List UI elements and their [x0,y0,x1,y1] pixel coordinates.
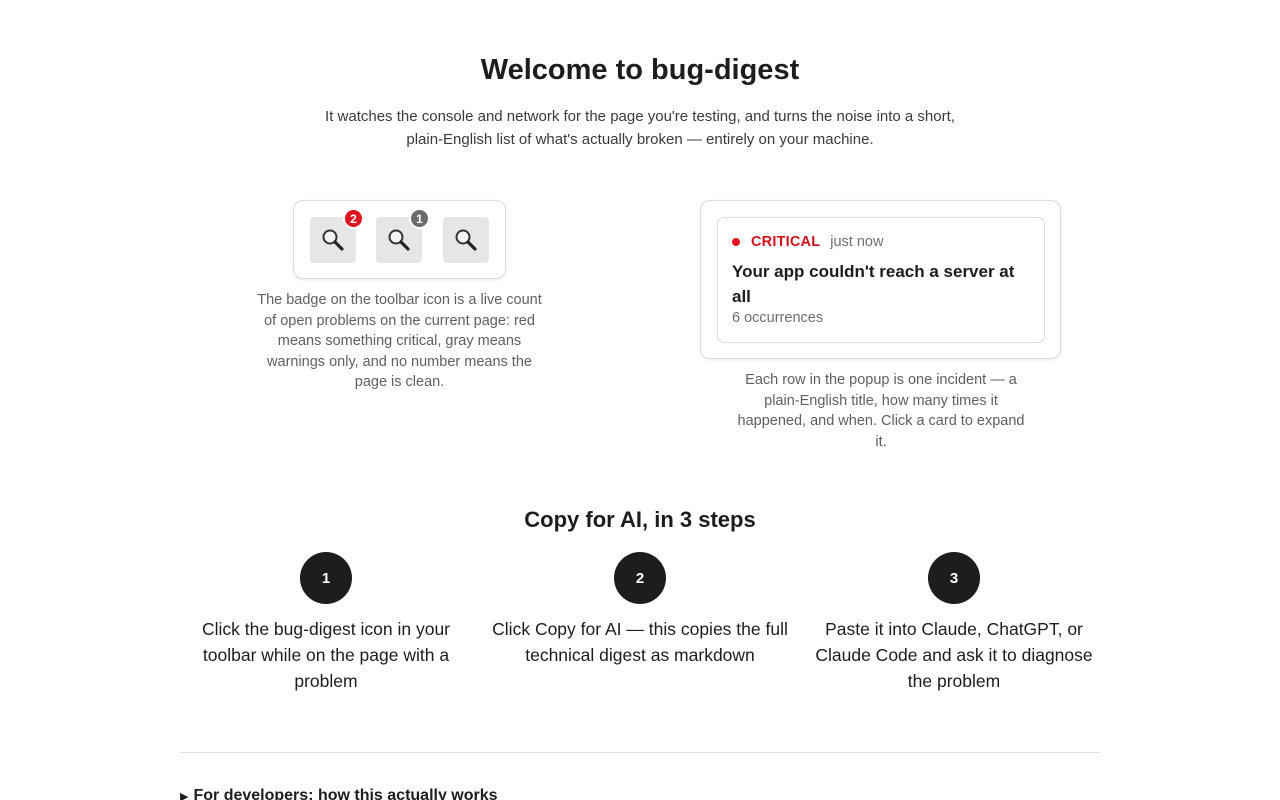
step-number: 3 [928,552,980,604]
step-number: 2 [614,552,666,604]
toolbar-badge-demo: 2 1 [293,200,506,279]
incident-occurrences: 6 occurrences [732,310,824,326]
step-text: Paste it into Claude, ChatGPT, or Claude… [815,619,1093,691]
incident-header: CRITICAL just now [732,234,883,250]
step-text-before: Click [492,619,535,639]
welcome-page: Welcome to bug-digest It watches the con… [0,0,1280,800]
incident-title: Your app couldn't reach a server at all [732,262,1015,306]
toolbar-icon-warning: 1 [376,208,430,263]
step-number: 1 [300,552,352,604]
severity-label: CRITICAL [751,234,821,250]
magnifier-icon [455,229,477,251]
magnifier-icon [322,229,344,251]
incident-time: just now [830,234,884,250]
step-text: Click Copy for AI — this copies the full… [490,616,790,668]
developers-summary: For developers: how this actually works [193,787,498,800]
toolbar-icon-critical: 2 [310,208,364,263]
step-2: 2 Click Copy for AI — this copies the fu… [490,552,790,668]
copy-for-ai-emphasis: Copy for AI [534,619,622,639]
step-3: 3 Paste it into Claude, ChatGPT, or Clau… [804,552,1104,694]
divider [180,752,1100,753]
incident-card[interactable]: CRITICAL just now Your app couldn't reac… [717,217,1045,343]
popup-demo: CRITICAL just now Your app couldn't reac… [700,200,1061,359]
critical-dot-icon [732,238,740,246]
toolbar-badge-caption: The badge on the toolbar icon is a live … [257,292,542,391]
magnifier-icon [388,229,410,251]
page-title: Welcome to bug-digest [480,54,800,86]
disclosure-triangle-icon: ▶ [180,790,189,800]
steps-title: Copy for AI, in 3 steps [524,507,756,532]
toolbar-icon-clean [443,217,489,263]
developers-details-toggle[interactable]: ▶ For developers: how this actually work… [180,787,498,800]
badge-critical-count: 2 [343,208,364,229]
page-subtitle: It watches the console and network for t… [325,108,955,148]
step-text: Click the bug-digest icon in your toolba… [201,619,451,691]
badge-warning-count: 1 [409,208,430,229]
step-1: 1 Click the bug-digest icon in your tool… [176,552,476,694]
popup-caption: Each row in the popup is one incident — … [737,372,1025,450]
